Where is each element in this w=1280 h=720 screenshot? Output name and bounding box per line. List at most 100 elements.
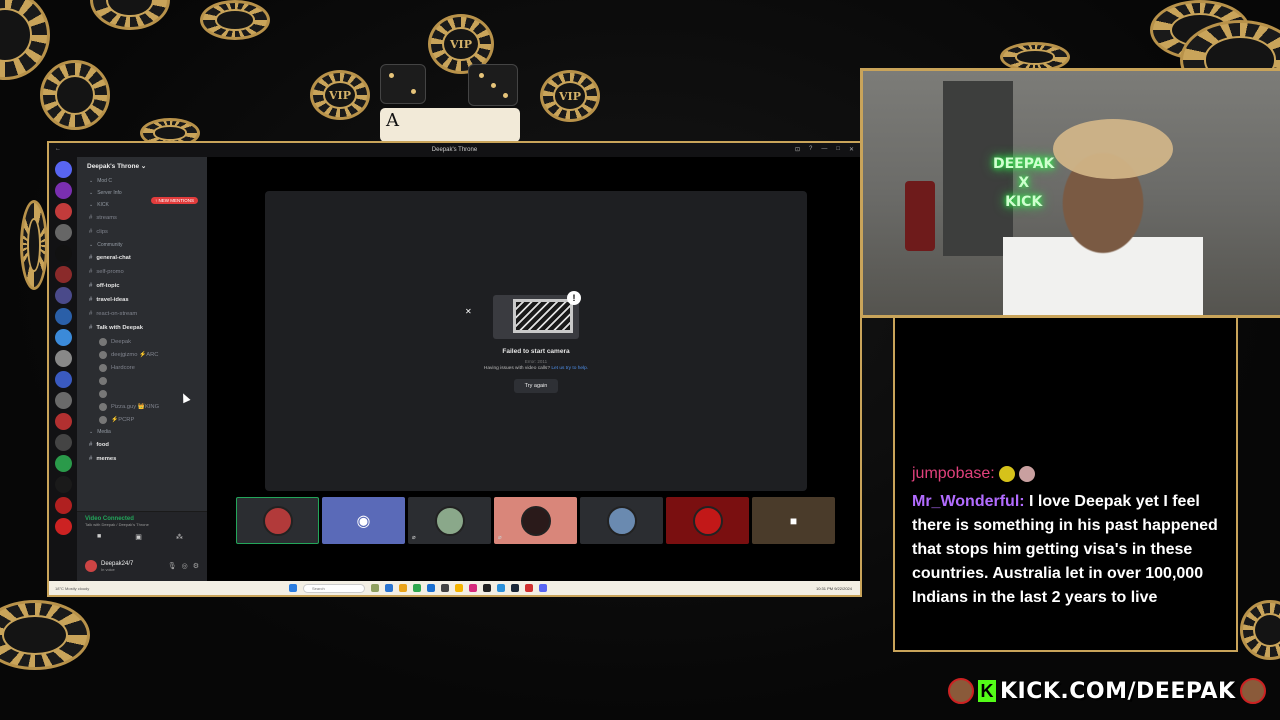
voice-user[interactable]: ⚡PCRP bbox=[77, 413, 207, 426]
voice-user-name: deejgizmo ⚡ARC bbox=[111, 351, 159, 358]
server-icon[interactable] bbox=[54, 266, 72, 283]
voice-user[interactable]: Hardcore bbox=[77, 361, 207, 374]
poker-chip-decoration bbox=[0, 600, 90, 670]
app-icon[interactable] bbox=[441, 584, 449, 592]
user-status: In voice bbox=[101, 566, 115, 572]
app-icon[interactable] bbox=[455, 584, 463, 592]
chrome-icon[interactable] bbox=[413, 584, 421, 592]
server-list bbox=[49, 157, 77, 581]
taskbar-search[interactable]: Search bbox=[303, 583, 365, 593]
hash-icon: # bbox=[89, 311, 93, 317]
chat-username[interactable]: jumpobase: bbox=[912, 465, 995, 482]
new-mentions-pill[interactable]: ↑ NEW MENTIONS bbox=[151, 197, 198, 204]
window-control-button[interactable]: □ bbox=[836, 146, 840, 153]
window-control-button[interactable]: ✕ bbox=[849, 146, 854, 153]
video-call-area: ✕ ! Failed to start camera Error: 2011 H… bbox=[207, 157, 860, 581]
channel-item[interactable]: # clips bbox=[77, 225, 207, 239]
windows-start-icon[interactable] bbox=[289, 584, 297, 592]
channel-item[interactable]: # react-on-stream bbox=[77, 307, 207, 321]
taskbar-clock[interactable]: 10:31 PM 9/22/2024 bbox=[816, 586, 860, 591]
server-icon[interactable] bbox=[54, 455, 72, 472]
server-icon[interactable] bbox=[54, 371, 72, 388]
voice-user[interactable] bbox=[77, 374, 207, 387]
server-icon[interactable] bbox=[54, 224, 72, 241]
camera-button[interactable]: ■ bbox=[97, 533, 101, 541]
camera-stage: ✕ ! Failed to start camera Error: 2011 H… bbox=[265, 191, 807, 491]
server-icon[interactable] bbox=[54, 392, 72, 409]
voice-user[interactable]: Deepak bbox=[77, 335, 207, 348]
try-again-button[interactable]: Try again bbox=[514, 379, 558, 393]
avatar[interactable] bbox=[85, 560, 97, 572]
server-icon[interactable] bbox=[54, 476, 72, 493]
chat-message: Mr_Wonderful: I love Deepak yet I feel t… bbox=[912, 490, 1222, 610]
window-control-button[interactable]: ? bbox=[809, 146, 812, 153]
voice-user[interactable]: Pizza.guy 👑KING bbox=[77, 400, 207, 413]
steam-icon[interactable] bbox=[511, 584, 519, 592]
folder-icon[interactable] bbox=[399, 584, 407, 592]
gear-icon[interactable]: ⚙ bbox=[193, 562, 199, 570]
hash-icon: # bbox=[89, 325, 93, 331]
channel-item[interactable]: # food bbox=[77, 438, 207, 452]
channel-item[interactable]: # memes bbox=[77, 452, 207, 466]
channel-item[interactable]: # self-promo bbox=[77, 265, 207, 279]
channel-label: Media bbox=[97, 429, 111, 435]
participant-tile[interactable] bbox=[236, 497, 319, 544]
screen-share-button[interactable]: ▣ bbox=[135, 533, 142, 541]
participant-tile[interactable]: ■ bbox=[752, 497, 835, 544]
chat-username[interactable]: Mr_Wonderful: bbox=[912, 493, 1025, 510]
muted-mic-icon: ⌀ bbox=[498, 535, 502, 541]
channel-item[interactable]: # streams bbox=[77, 211, 207, 225]
window-control-button[interactable]: ⊡ bbox=[795, 146, 800, 153]
server-icon[interactable] bbox=[54, 518, 72, 535]
server-icon[interactable] bbox=[54, 497, 72, 514]
app-icon[interactable] bbox=[483, 584, 491, 592]
channel-item[interactable]: # travel-ideas bbox=[77, 293, 207, 307]
close-icon[interactable]: ✕ bbox=[465, 307, 472, 316]
channel-label: self-promo bbox=[96, 269, 124, 275]
discord-icon[interactable] bbox=[539, 584, 547, 592]
back-arrow-icon[interactable]: ← bbox=[55, 146, 61, 152]
channel-item[interactable]: # general-chat bbox=[77, 251, 207, 265]
server-icon[interactable] bbox=[54, 287, 72, 304]
server-icon[interactable] bbox=[54, 308, 72, 325]
poker-chip-decoration bbox=[1240, 600, 1280, 660]
activities-button[interactable]: ⁂ bbox=[176, 533, 183, 541]
server-header[interactable]: Deepak's Throne ⌄ bbox=[77, 157, 207, 175]
server-icon[interactable] bbox=[54, 182, 72, 199]
voice-user-name: Hardcore bbox=[111, 364, 135, 371]
weather-widget[interactable]: 18°C Mostly cloudy bbox=[49, 586, 159, 591]
app-icon[interactable] bbox=[497, 584, 505, 592]
app-icon[interactable] bbox=[385, 584, 393, 592]
app-icon[interactable] bbox=[525, 584, 533, 592]
server-icon[interactable] bbox=[54, 434, 72, 451]
instagram-icon[interactable] bbox=[469, 584, 477, 592]
server-icon[interactable] bbox=[54, 329, 72, 346]
mic-icon[interactable]: 🎙 bbox=[168, 562, 177, 570]
channel-item[interactable]: # Talk with Deepak bbox=[77, 321, 207, 335]
help-link[interactable]: Let us try to help. bbox=[551, 366, 588, 371]
server-icon[interactable] bbox=[54, 350, 72, 367]
participant-tile[interactable]: ◉ bbox=[322, 497, 405, 544]
voice-user[interactable]: deejgizmo ⚡ARC bbox=[77, 348, 207, 361]
voice-connected-sub: Talk with Deepak / Deepak's Throne bbox=[85, 522, 149, 527]
window-control-button[interactable]: — bbox=[821, 146, 827, 153]
avatar bbox=[99, 350, 107, 359]
participant-tile[interactable]: ⌀ bbox=[408, 497, 491, 544]
app-icon[interactable] bbox=[371, 584, 379, 592]
channel-category[interactable]: ⌄ Media bbox=[77, 426, 207, 438]
channel-category[interactable]: ⌄ Mod C bbox=[77, 175, 207, 187]
channel-category[interactable]: ⌄ Community bbox=[77, 239, 207, 251]
edge-icon[interactable] bbox=[427, 584, 435, 592]
server-icon[interactable] bbox=[54, 161, 72, 178]
channel-item[interactable]: # off-topic bbox=[77, 279, 207, 293]
channel-label: general-chat bbox=[96, 255, 131, 261]
participant-tile[interactable] bbox=[666, 497, 749, 544]
participant-tile[interactable] bbox=[580, 497, 663, 544]
server-icon[interactable] bbox=[54, 203, 72, 220]
participant-tile[interactable]: ⌀ bbox=[494, 497, 577, 544]
channel-label: clips bbox=[96, 229, 108, 235]
streamer-avatar bbox=[1239, 678, 1266, 704]
server-icon[interactable] bbox=[54, 413, 72, 430]
headphones-icon[interactable]: ◎ bbox=[182, 562, 188, 570]
server-icon[interactable] bbox=[54, 245, 72, 262]
